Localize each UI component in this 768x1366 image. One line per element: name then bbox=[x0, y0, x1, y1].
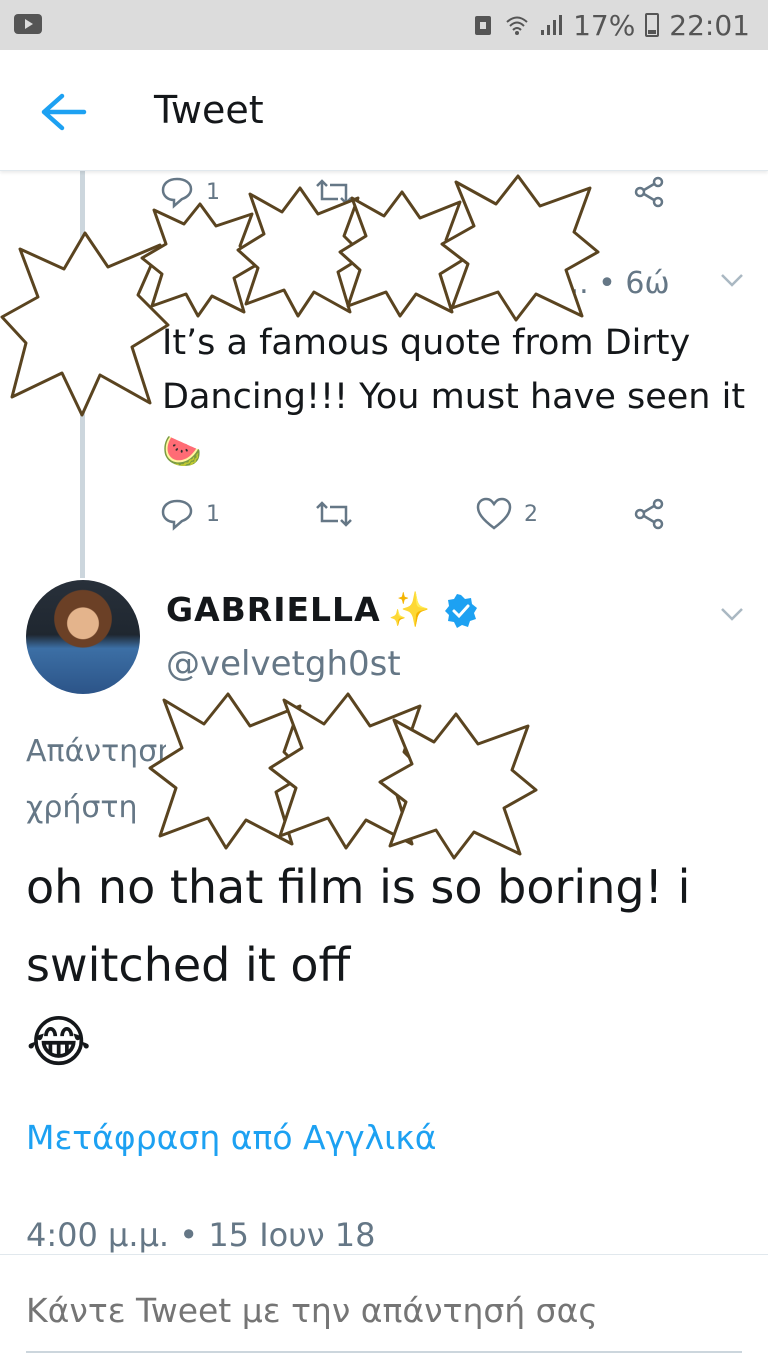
lock-icon bbox=[475, 16, 492, 35]
author-handle[interactable]: @velvetgh0st bbox=[166, 644, 401, 684]
prev-tweet-body: It’s a famous quote from Dirty Dancing!!… bbox=[162, 323, 746, 417]
back-arrow-icon[interactable] bbox=[38, 90, 90, 134]
share-button[interactable] bbox=[632, 497, 666, 531]
translate-link[interactable]: Μετάφραση από Αγγλικά bbox=[26, 1118, 437, 1157]
battery-percent: 17% bbox=[573, 8, 636, 42]
share-icon bbox=[634, 498, 664, 530]
laughing-emoji: 😂 bbox=[26, 1010, 92, 1075]
status-bar: 17% 22:01 bbox=[0, 0, 768, 50]
reply-count: 1 bbox=[206, 501, 220, 527]
app-header: Tweet bbox=[0, 50, 768, 171]
prev-tweet-text: It’s a famous quote from Dirty Dancing!!… bbox=[162, 316, 752, 478]
reply-to-label: Απάντηση χρήστη bbox=[26, 724, 166, 836]
composer-underline bbox=[26, 1351, 742, 1353]
retweet-icon bbox=[316, 501, 352, 527]
reply-composer bbox=[0, 1254, 768, 1366]
burst-sticker-5 bbox=[440, 174, 600, 322]
main-tweet-text: oh no that film is so boring! i switched… bbox=[26, 848, 726, 1084]
clock: 22:01 bbox=[669, 8, 750, 42]
main-tweet-body: oh no that film is so boring! i switched… bbox=[26, 860, 691, 992]
signal-icon bbox=[541, 15, 563, 35]
reply-to-line-1: Απάντηση bbox=[26, 734, 166, 769]
reply-to-line-2: χρήστη bbox=[26, 790, 138, 825]
watermelon-emoji: 🍉 bbox=[162, 432, 202, 470]
wifi-icon bbox=[506, 16, 528, 35]
chevron-down-icon[interactable] bbox=[720, 606, 744, 622]
like-button[interactable]: 2 bbox=[476, 497, 538, 531]
sparkles-emoji: ✨ bbox=[388, 590, 431, 630]
tweet-timestamp: 4:00 μ.μ. • 15 Ιουν 18 bbox=[26, 1216, 376, 1254]
youtube-notification-icon bbox=[14, 14, 42, 34]
author-name[interactable]: GABRIELLA bbox=[166, 590, 381, 629]
reply-input[interactable] bbox=[26, 1291, 742, 1330]
page-title: Tweet bbox=[154, 88, 264, 132]
verified-badge-icon bbox=[445, 594, 477, 628]
chevron-down-icon[interactable] bbox=[720, 272, 744, 288]
burst-sticker-8 bbox=[378, 712, 538, 860]
prev-tweet-actions: 1 2 bbox=[160, 492, 680, 536]
retweet-button[interactable] bbox=[314, 497, 354, 531]
heart-icon bbox=[476, 497, 512, 530]
battery-icon bbox=[645, 13, 660, 37]
reply-button[interactable]: 1 bbox=[160, 497, 220, 531]
like-count: 2 bbox=[524, 501, 538, 527]
reply-icon bbox=[161, 499, 193, 531]
avatar[interactable] bbox=[26, 580, 140, 694]
share-button[interactable] bbox=[632, 175, 666, 209]
share-icon bbox=[634, 176, 664, 208]
